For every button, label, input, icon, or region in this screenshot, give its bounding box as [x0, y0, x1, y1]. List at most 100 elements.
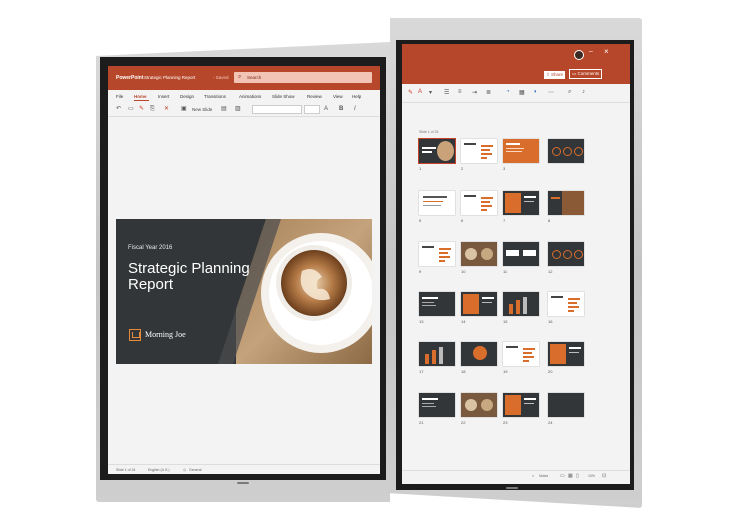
slide-thumbnail[interactable]	[461, 191, 497, 215]
zoom-level[interactable]: 10%	[588, 474, 595, 478]
comment-icon: ▭	[572, 71, 577, 76]
active-tab-indicator	[134, 100, 149, 101]
slide-count: Slide 1 of 24	[419, 130, 439, 134]
left-screen: PowerPoint Strategic Planning Report - S…	[108, 66, 380, 474]
tab-help[interactable]: Help	[352, 94, 361, 99]
notes-button[interactable]: Notes	[539, 474, 548, 478]
slide-thumbnail[interactable]	[419, 242, 455, 266]
avatar[interactable]	[574, 50, 584, 60]
slide-thumbnail[interactable]	[503, 139, 539, 163]
slide-number: 3	[503, 166, 506, 171]
slide-thumbnail[interactable]	[548, 342, 584, 366]
slide-number: 15	[503, 319, 508, 324]
tab-view[interactable]: View	[333, 94, 343, 99]
slide-number: 22	[461, 420, 466, 425]
search-icon[interactable]: ⌕	[568, 89, 571, 96]
new-slide-button[interactable]: New Slide	[192, 107, 212, 112]
align-icon[interactable]: ≣	[486, 89, 491, 96]
slide-thumbnail[interactable]	[503, 191, 539, 215]
slide-sorter-icon[interactable]: ▦	[568, 473, 573, 479]
highlight-icon[interactable]: ▾	[429, 89, 432, 96]
tab-insert[interactable]: Insert	[158, 94, 169, 99]
right-title-bar: – × ⇪ Share ▭ Comments	[402, 44, 630, 84]
quick-styles-icon[interactable]: ◑	[533, 89, 537, 95]
tab-design[interactable]: Design	[180, 94, 194, 99]
title-slide[interactable]: Fiscal Year 2016 Strategic Planning Repo…	[116, 219, 372, 364]
search-box[interactable]: ⌕ Search	[234, 72, 372, 83]
microphone-icon[interactable]: ♪	[582, 89, 585, 95]
ribbon-tabs: File Home Insert Design Transitions Anim…	[108, 90, 380, 102]
slide-thumbnail[interactable]	[548, 393, 584, 417]
format-painter-icon[interactable]: ✎	[139, 106, 144, 112]
slide-thumbnail[interactable]	[503, 292, 539, 316]
slide-thumbnail[interactable]	[461, 292, 497, 316]
bold-button[interactable]: B	[339, 106, 343, 112]
slide-thumbnail[interactable]	[503, 342, 539, 366]
tab-home[interactable]: Home	[134, 94, 147, 99]
search-placeholder: Search	[247, 75, 262, 80]
format-painter-icon[interactable]: ✎	[408, 89, 413, 96]
undo-icon[interactable]: ↶	[116, 106, 121, 112]
share-icon: ⇪	[546, 72, 550, 77]
slide-thumbnail[interactable]	[419, 393, 455, 417]
comments-label: Comments	[577, 71, 600, 76]
slide-number: 16	[548, 319, 553, 324]
title-bar: PowerPoint Strategic Planning Report - S…	[108, 66, 380, 90]
slide-number: 8	[548, 218, 551, 223]
slide-thumbnail[interactable]	[419, 191, 455, 215]
tab-animations[interactable]: Animations	[239, 94, 261, 99]
slide-thumbnail[interactable]	[419, 139, 455, 163]
indent-icon[interactable]: ⇥	[472, 89, 477, 96]
close-icon[interactable]: ×	[604, 47, 609, 56]
picture-icon[interactable]: ▨	[235, 106, 241, 112]
font-name-box[interactable]	[252, 105, 302, 114]
new-slide-icon[interactable]: ▣	[181, 106, 187, 112]
italic-button[interactable]: I	[354, 106, 356, 112]
language-indicator[interactable]: English (U.S.)	[148, 468, 170, 472]
tab-file[interactable]: File	[116, 94, 123, 99]
copy-icon[interactable]: ⎘	[150, 106, 155, 112]
tab-transitions[interactable]: Transitions	[204, 94, 226, 99]
fit-to-window-icon[interactable]: ⊡	[602, 473, 606, 479]
slide-thumbnail[interactable]	[461, 242, 497, 266]
tab-slide-show[interactable]: Slide Show	[272, 94, 295, 99]
comments-button[interactable]: ▭ Comments	[569, 69, 603, 79]
slide-thumbnail[interactable]	[461, 393, 497, 417]
slide-thumbnail[interactable]	[419, 292, 455, 316]
slide-number: 13	[419, 319, 424, 324]
bullets-icon[interactable]: ☰	[444, 89, 449, 96]
slide-thumbnail[interactable]	[548, 242, 584, 266]
slide-thumbnail[interactable]	[548, 139, 584, 163]
shapes-icon[interactable]: ◔	[506, 89, 510, 95]
slide-number: 23	[503, 420, 508, 425]
slide-thumbnail[interactable]	[419, 342, 455, 366]
slide-number: 12	[548, 269, 553, 274]
slide-number: 7	[503, 218, 506, 223]
slide-thumbnail[interactable]	[461, 139, 497, 163]
share-button[interactable]: ⇪ Share	[544, 71, 566, 79]
slide-number: 10	[461, 269, 466, 274]
font-color-icon[interactable]: A	[418, 89, 422, 95]
slide-thumbnail[interactable]	[461, 342, 497, 366]
document-title[interactable]: Strategic Planning Report	[144, 75, 195, 80]
slide-thumbnail[interactable]	[503, 242, 539, 266]
sensitivity-label[interactable]: General	[189, 468, 201, 472]
slide-thumbnail[interactable]	[548, 292, 584, 316]
more-icon[interactable]: ⋯	[548, 89, 554, 96]
slide-thumbnail[interactable]	[503, 393, 539, 417]
right-toolbar: ✎ A ▾ ☰ ≡ ⇥ ≣ ◔ ▦ ◑ ⋯ ⌕ ♪	[402, 84, 630, 103]
reading-view-icon[interactable]: ▯	[576, 473, 579, 479]
slide-thumbnail[interactable]	[548, 191, 584, 215]
slide-subtitle: Fiscal Year 2016	[128, 245, 173, 251]
layout-icon[interactable]: ▤	[221, 106, 227, 112]
slide-position: Slide 1 of 24	[116, 468, 136, 472]
numbering-icon[interactable]: ≡	[458, 89, 462, 95]
font-size-box[interactable]	[304, 105, 320, 114]
minimize-icon[interactable]: –	[589, 48, 593, 55]
tab-review[interactable]: Review	[307, 94, 322, 99]
delete-icon[interactable]: ✕	[164, 106, 169, 112]
arrange-icon[interactable]: ▦	[519, 89, 525, 96]
normal-view-icon[interactable]: ▭	[560, 473, 565, 479]
paste-icon[interactable]: ▭	[128, 106, 134, 112]
font-size-decrease-icon[interactable]: A	[324, 106, 328, 112]
